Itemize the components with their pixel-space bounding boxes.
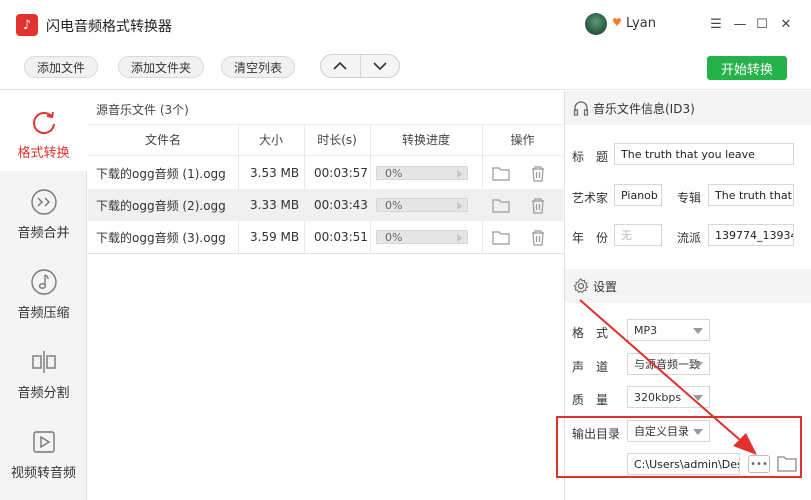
annotation-arrow [579, 299, 757, 455]
